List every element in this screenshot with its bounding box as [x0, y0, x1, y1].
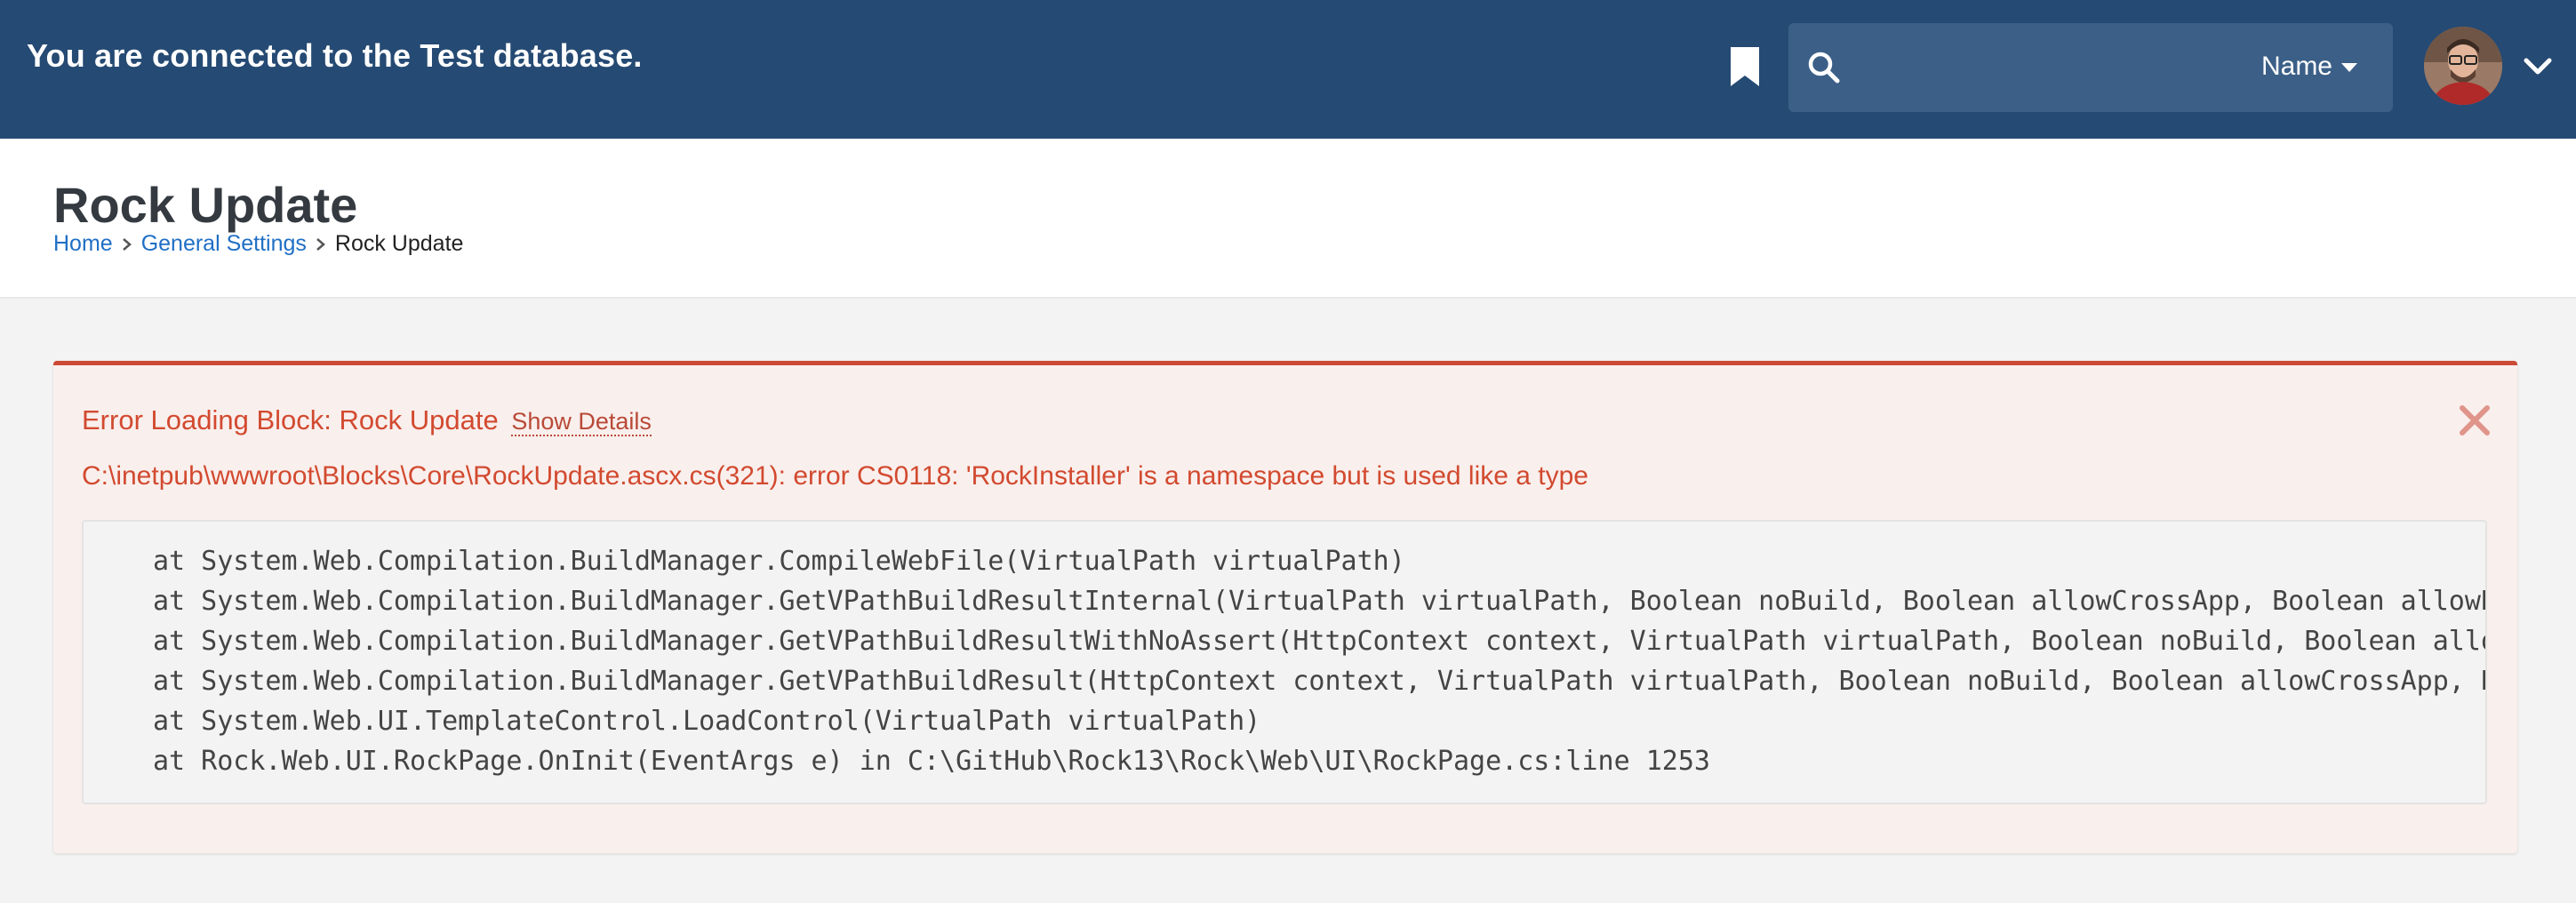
page-header: Rock Update Home General Settings Rock U…: [0, 139, 2576, 299]
stack-line: at System.Web.Compilation.BuildManager.C…: [153, 546, 1405, 577]
caret-down-icon: [2341, 63, 2357, 72]
stack-line: at System.Web.Compilation.BuildManager.G…: [153, 586, 2487, 617]
error-heading: Error Loading Block: Rock Update Show De…: [82, 404, 652, 436]
stack-line: at System.Web.Compilation.BuildManager.G…: [153, 666, 2487, 697]
show-details-link[interactable]: Show Details: [511, 408, 652, 436]
search-filter-dropdown[interactable]: Name: [2261, 52, 2357, 82]
bookmark-icon[interactable]: [1728, 44, 1762, 89]
search-input[interactable]: [1854, 41, 2254, 94]
breadcrumb-current: Rock Update: [334, 231, 464, 256]
chevron-right-icon: [316, 237, 325, 251]
avatar[interactable]: [2424, 27, 2502, 105]
top-navbar: You are connected to the Test database. …: [0, 0, 2576, 139]
avatar-image: [2424, 27, 2502, 105]
search-filter-label: Name: [2260, 52, 2332, 81]
stack-line: at System.Web.Compilation.BuildManager.G…: [153, 626, 2487, 657]
search-box: Name: [1788, 23, 2393, 112]
stack-line: at Rock.Web.UI.RockPage.OnInit(EventArgs…: [153, 746, 1710, 777]
breadcrumb-home[interactable]: Home: [53, 231, 113, 257]
stack-trace: at System.Web.Compilation.BuildManager.C…: [82, 520, 2487, 804]
search-icon: [1808, 52, 1840, 84]
breadcrumb: Home General Settings Rock Update: [53, 231, 463, 257]
error-message: C:\inetpub\wwwroot\Blocks\Core\RockUpdat…: [82, 461, 1588, 491]
stack-trace-text: at System.Web.Compilation.BuildManager.C…: [153, 541, 2487, 781]
error-title: Error Loading Block: Rock Update: [82, 404, 499, 436]
close-icon[interactable]: [2457, 403, 2492, 438]
error-alert: Error Loading Block: Rock Update Show De…: [53, 361, 2517, 853]
database-connection-message: You are connected to the Test database.: [27, 37, 643, 74]
chevron-right-icon: [122, 237, 132, 251]
page-title: Rock Update: [53, 177, 358, 233]
stack-line: at System.Web.UI.TemplateControl.LoadCon…: [153, 706, 1261, 737]
chevron-down-icon[interactable]: [2523, 55, 2553, 76]
breadcrumb-general-settings[interactable]: General Settings: [141, 231, 307, 257]
